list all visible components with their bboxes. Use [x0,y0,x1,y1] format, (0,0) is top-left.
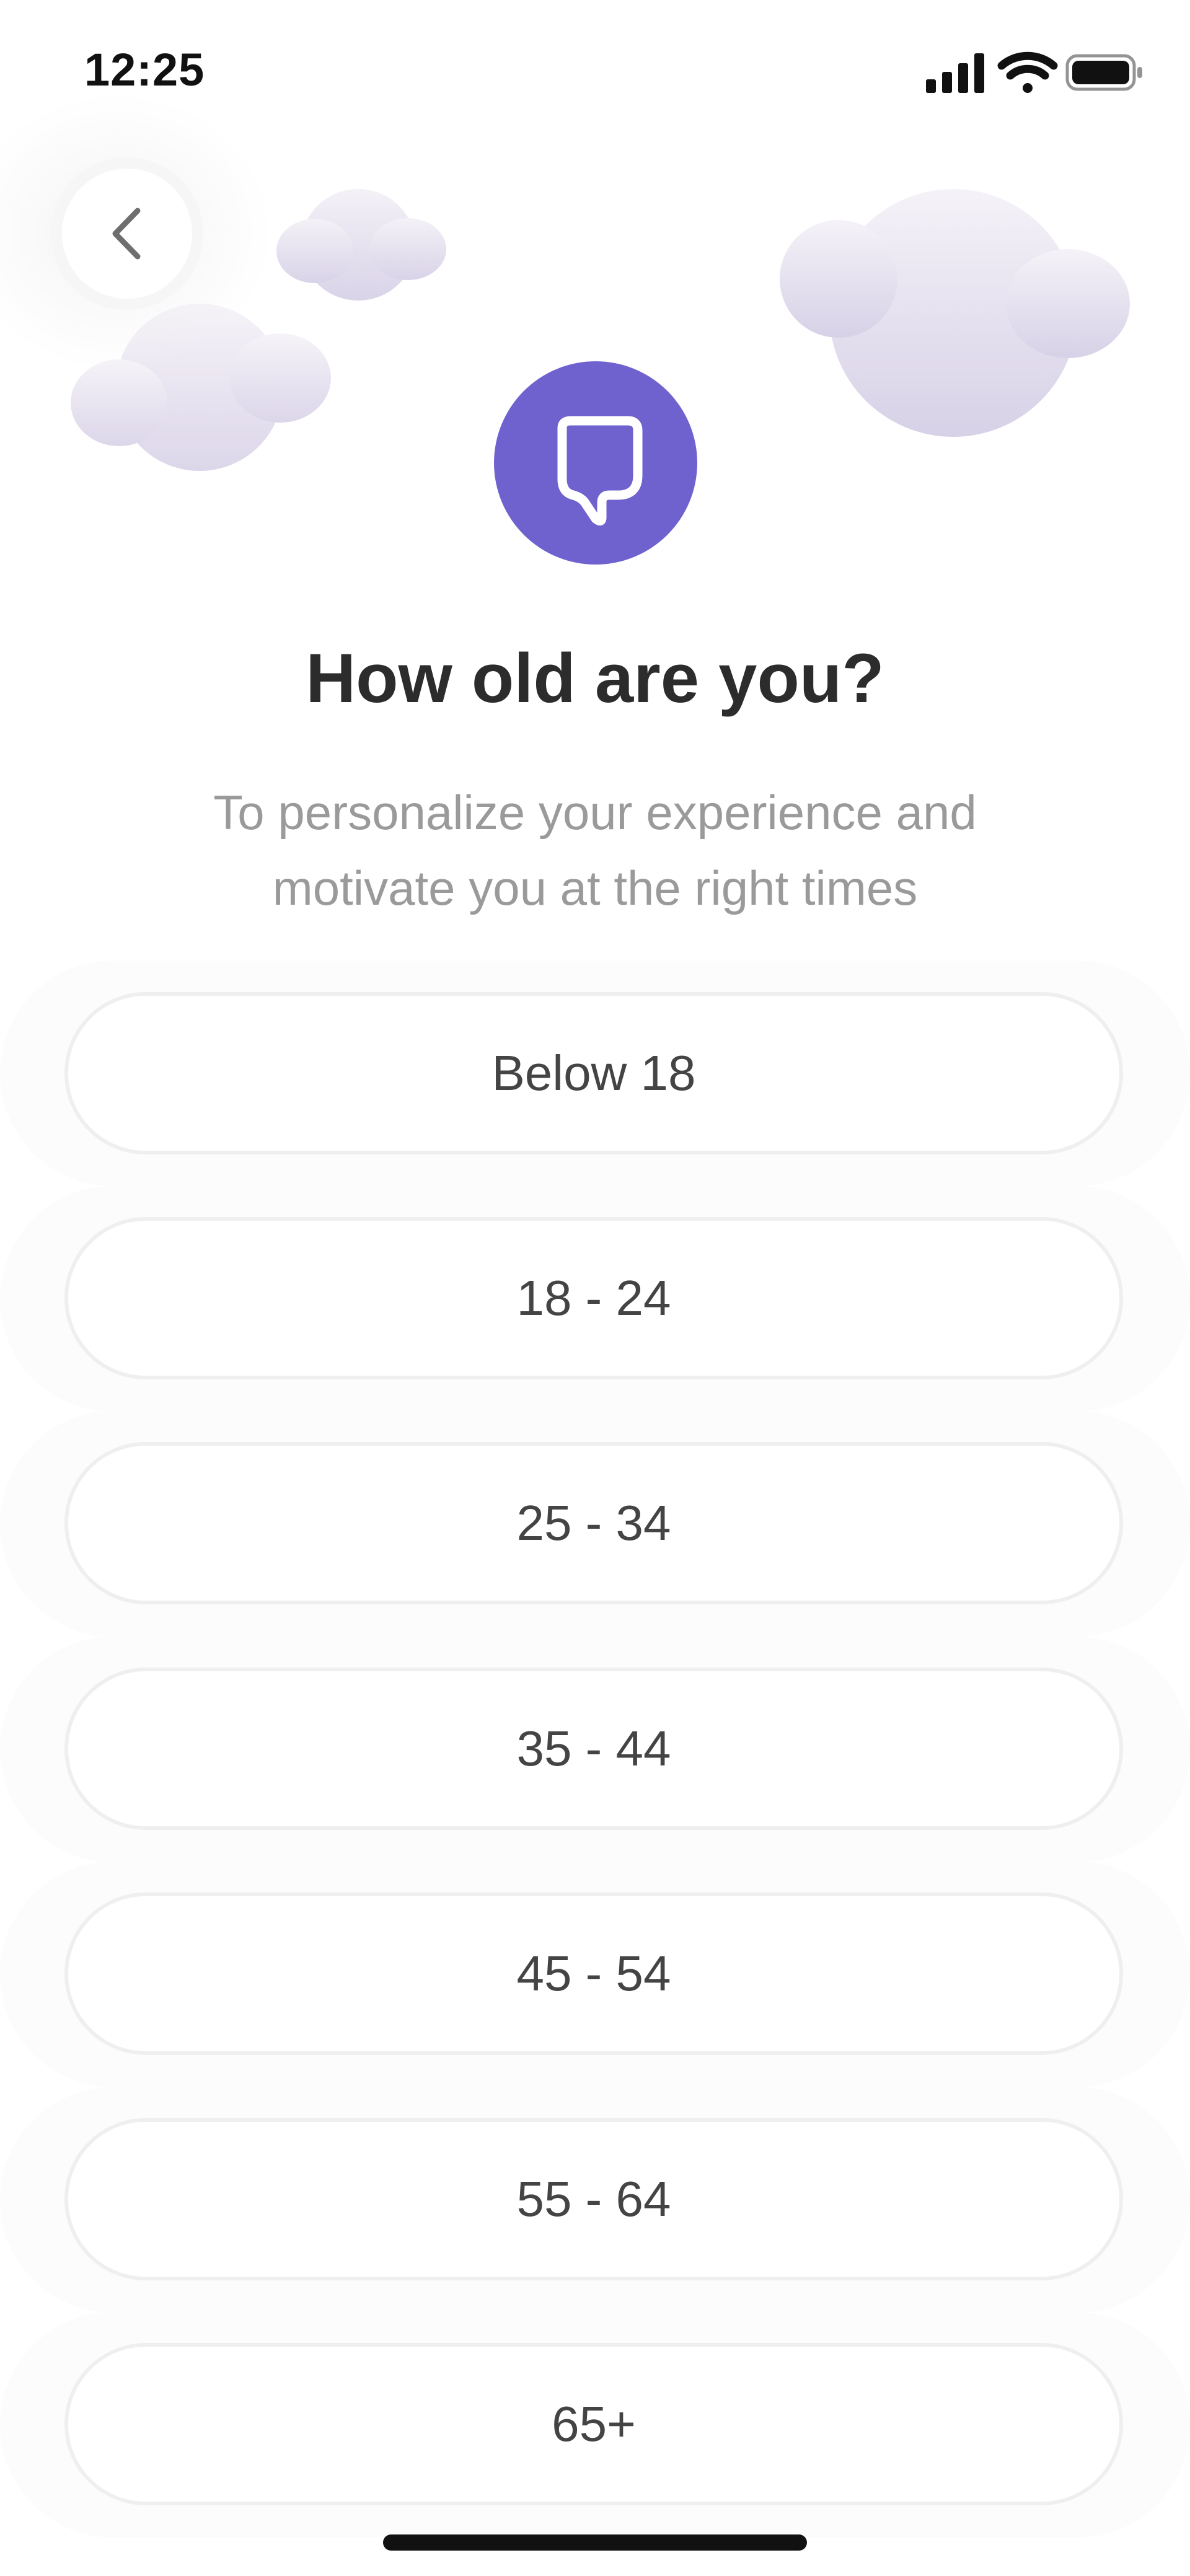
age-option-container: 18 - 24 [0,1186,1190,1412]
age-option-18-24[interactable]: 18 - 24 [64,1217,1123,1379]
subtitle-line: To personalize your experience and [213,785,977,840]
age-option-35-44[interactable]: 35 - 44 [64,1668,1123,1830]
age-option-container: 65+ [0,2312,1190,2538]
cellular-signal-icon [926,53,984,93]
age-option-65-plus[interactable]: 65+ [64,2343,1123,2505]
age-option-below-18[interactable]: Below 18 [64,992,1123,1154]
cloud-right [780,189,1130,437]
back-button[interactable] [62,169,192,299]
age-option-container: Below 18 [0,961,1190,1186]
wifi-icon [997,51,1058,93]
age-option-container: 55 - 64 [0,2087,1190,2313]
cloud-small-top [276,189,446,301]
app-logo [494,361,697,565]
age-option-25-34[interactable]: 25 - 34 [64,1442,1123,1604]
onboarding-age-screen: 12:25 How old are you? To personalize yo… [0,0,1190,2576]
age-option-container: 35 - 44 [0,1637,1190,1862]
status-time: 12:25 [84,44,205,95]
subtitle-line: motivate you at the right times [272,861,918,915]
battery-icon [1065,54,1142,91]
page-title: How old are you? [306,640,884,717]
status-icons [926,51,1142,93]
age-option-container: 25 - 34 [0,1411,1190,1637]
age-option-55-64[interactable]: 55 - 64 [64,2118,1123,2280]
age-option-45-54[interactable]: 45 - 54 [64,1892,1123,2055]
chevron-left-icon [112,208,141,260]
chat-bubble-icon [557,416,643,525]
home-indicator[interactable] [383,2534,807,2551]
age-option-container: 45 - 54 [0,1862,1190,2087]
page-subtitle: To personalize your experience and motiv… [161,775,1029,926]
